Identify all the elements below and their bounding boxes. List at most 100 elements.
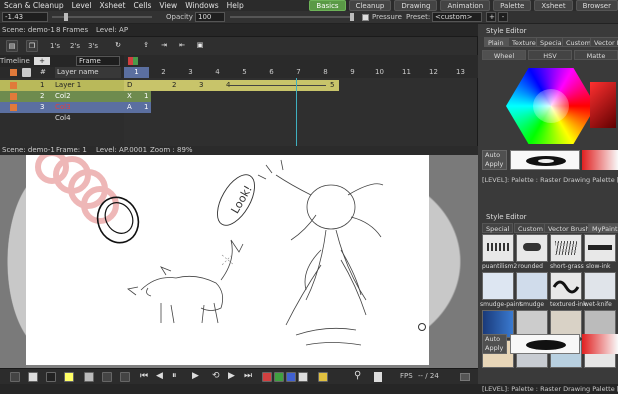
frame-header-3[interactable]: 3 [178, 67, 203, 78]
brush-short-grass[interactable] [550, 234, 582, 262]
pressure-checkbox[interactable] [362, 14, 369, 21]
room-xsheet[interactable]: Xsheet [534, 0, 573, 11]
zoom-icon[interactable]: ⚲ [354, 370, 361, 381]
blue-channel-icon[interactable] [286, 372, 296, 382]
step-2s-button[interactable]: 2's [70, 40, 80, 52]
color-wheel-area[interactable] [478, 62, 618, 148]
cell-label[interactable]: X [127, 91, 132, 102]
brush-wet-knife[interactable] [584, 272, 616, 300]
pause-icon[interactable]: ⏸ [172, 371, 177, 381]
cell-label[interactable]: 1 [144, 102, 148, 113]
brush-smudge[interactable] [516, 272, 548, 300]
preview-toggle-icon[interactable] [10, 93, 17, 100]
brush-tab-vector[interactable]: Vector Brush [544, 223, 594, 233]
cell-area[interactable]: D 2 3 4 5 X 1 A 1 [124, 78, 478, 146]
layer-name[interactable]: Col2 [55, 91, 71, 102]
frame-mode-icon[interactable] [10, 372, 20, 382]
subtab-hsv[interactable]: HSV [528, 50, 572, 60]
room-cleanup[interactable]: Cleanup [348, 0, 392, 11]
cell-label[interactable]: 5 [330, 80, 334, 91]
subtab-wheel[interactable]: Wheel [482, 50, 526, 60]
previous-style-swatch[interactable] [582, 150, 618, 170]
size-slider-handle[interactable] [64, 13, 68, 21]
frame-header-8[interactable]: 8 [313, 67, 338, 78]
frame-header-4[interactable]: 4 [205, 67, 230, 78]
room-basics[interactable]: Basics [309, 0, 346, 11]
brush-rounded[interactable] [516, 234, 548, 262]
frame-header-2[interactable]: 2 [151, 67, 176, 78]
preview-toggle-all-icon[interactable] [10, 69, 17, 76]
brush-slow-ink[interactable] [584, 234, 616, 262]
frame-header-13[interactable]: 13 [448, 67, 473, 78]
brush-auto-apply-button[interactable]: Auto Apply [482, 334, 507, 354]
drawing-canvas[interactable]: Look! [26, 150, 429, 365]
preview-toggle-icon[interactable] [10, 82, 17, 89]
frame-header-10[interactable]: 10 [367, 67, 392, 78]
frame-header-6[interactable]: 6 [259, 67, 284, 78]
onion-skin-marker[interactable] [128, 57, 138, 65]
matte-channel-icon[interactable] [298, 372, 308, 382]
brush-tab-special[interactable]: Special [482, 223, 514, 233]
preset-remove-button[interactable]: - [498, 12, 508, 22]
menu-windows[interactable]: Windows [181, 0, 222, 11]
frame-header-9[interactable]: 9 [340, 67, 365, 78]
prev-frame-icon[interactable]: ◀ [156, 371, 163, 381]
brush-smudge-paint[interactable] [482, 272, 514, 300]
paste-icon[interactable]: ▣ [194, 40, 206, 52]
color-triangle[interactable] [590, 82, 616, 128]
brush-current-swatch[interactable] [510, 334, 580, 354]
green-channel-icon[interactable] [274, 372, 284, 382]
add-layer-button[interactable]: + [34, 57, 50, 65]
first-frame-icon[interactable]: ⏮ [140, 371, 148, 381]
new-level-icon[interactable]: ▤ [6, 40, 18, 52]
menu-level[interactable]: Level [68, 0, 96, 11]
cell-label[interactable]: 3 [199, 80, 203, 91]
preview-toggle-icon[interactable] [10, 104, 17, 111]
room-browser[interactable]: Browser [575, 0, 618, 11]
menu-scan-cleanup[interactable]: Scan & Cleanup [0, 0, 68, 11]
step-3s-button[interactable]: 3's [88, 40, 98, 52]
next-frame-icon[interactable]: ▶ [228, 371, 235, 381]
auto-apply-button[interactable]: Auto Apply [482, 150, 507, 170]
loop-icon[interactable]: ⟲ [212, 371, 220, 381]
preset-add-button[interactable]: + [486, 12, 496, 22]
insert-icon[interactable]: ⇪ [140, 40, 152, 52]
brush-textured-ink[interactable] [550, 272, 582, 300]
brush-tab-custom[interactable]: Custom [514, 223, 547, 233]
brush-puantilism2[interactable] [482, 234, 514, 262]
fps-slider[interactable] [460, 373, 470, 381]
frame-header-7[interactable]: 7 [286, 67, 311, 78]
fps-value[interactable]: -- / 24 [418, 372, 439, 380]
layer-row-3[interactable]: 3 Col3 [0, 102, 124, 113]
layer-name[interactable]: Layer 1 [55, 80, 81, 91]
compare-icon[interactable] [120, 372, 130, 382]
canvas-pan-handle[interactable] [418, 323, 426, 331]
preset-dropdown[interactable]: <custom> [432, 12, 482, 22]
frame-mode-dropdown[interactable]: Frame [76, 56, 120, 66]
last-frame-icon[interactable]: ⏭ [244, 371, 252, 381]
brush-tab-mypaint[interactable]: MyPaint Br [588, 223, 618, 233]
prev-key-icon[interactable]: ⇤ [176, 40, 188, 52]
frame-slider-handle[interactable] [374, 372, 382, 382]
cell-label[interactable]: 2 [172, 80, 176, 91]
cell-label[interactable]: 1 [144, 91, 148, 102]
red-channel-icon[interactable] [262, 372, 272, 382]
next-key-icon[interactable]: ⇥ [158, 40, 170, 52]
bg-white-icon[interactable] [28, 372, 38, 382]
frame-header-5[interactable]: 5 [232, 67, 257, 78]
tab-vector-brush[interactable]: Vector Brush [590, 37, 618, 47]
subtab-matte[interactable]: Matte [574, 50, 618, 60]
room-drawing[interactable]: Drawing [394, 0, 438, 11]
cell-label[interactable]: D [127, 80, 132, 91]
bg-checker-icon[interactable] [64, 372, 74, 382]
layer-name[interactable]: Col3 [55, 102, 71, 113]
sound-icon[interactable] [318, 372, 328, 382]
room-palette[interactable]: Palette [493, 0, 532, 11]
opacity-field[interactable]: 100 [195, 12, 225, 22]
frame-header-12[interactable]: 12 [421, 67, 446, 78]
opacity-slider-track[interactable] [230, 16, 350, 18]
layer-row-2[interactable]: 2 Col2 [0, 91, 124, 102]
opacity-slider-handle[interactable] [350, 13, 354, 21]
step-1s-button[interactable]: 1's [50, 40, 60, 52]
frame-header-1[interactable]: 1 [124, 67, 149, 78]
